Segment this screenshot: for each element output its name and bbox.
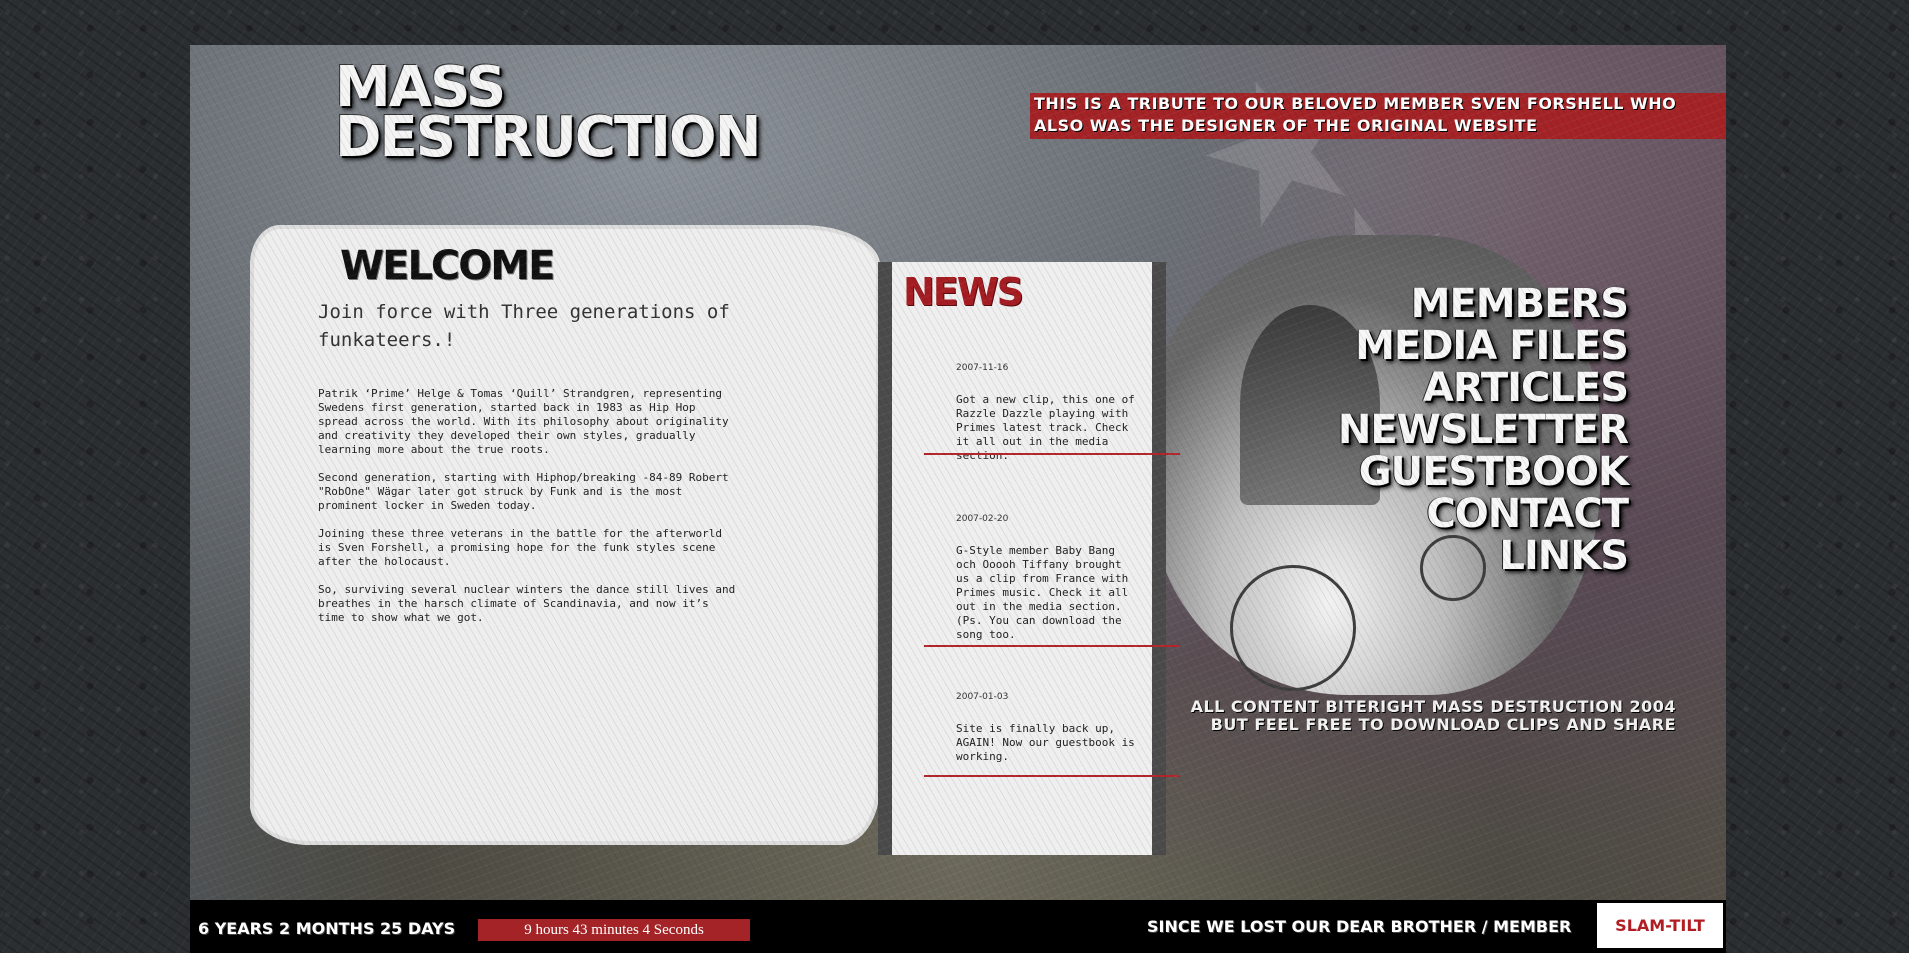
news-date: 2007-11-16 [956, 363, 1009, 373]
intro-paragraph: Joining these three veterans in the batt… [318, 527, 722, 568]
welcome-intro: Patrik ‘Prime’ Helge & Tomas ‘Quill’ Str… [318, 387, 738, 639]
news-divider [924, 453, 1180, 455]
news-divider [924, 645, 1180, 647]
intro-paragraph: Second generation, starting with Hiphop/… [318, 471, 729, 512]
nav-members[interactable]: MEMBERS [1338, 283, 1629, 325]
welcome-tagline: Join force with Three generations of fun… [318, 301, 730, 351]
tribute-banner: THIS IS A TRIBUTE TO OUR BELOVED MEMBER … [1030, 93, 1726, 139]
site-logo[interactable]: MASS DESTRUCTION [335, 60, 761, 166]
elapsed-time-counter: 9 hours 43 minutes 4 Seconds [478, 919, 750, 941]
nav-links[interactable]: LINKS [1338, 535, 1629, 577]
logo-line2: DESTRUCTION [335, 105, 761, 170]
main-nav: MEMBERS MEDIA FILES ARTICLES NEWSLETTER … [1338, 283, 1629, 577]
copyright-line2: BUT FEEL FREE TO DOWNLOAD CLIPS AND SHAR… [1210, 715, 1676, 734]
wheel-decoration [1230, 565, 1356, 691]
intro-paragraph: Patrik ‘Prime’ Helge & Tomas ‘Quill’ Str… [318, 387, 729, 456]
news-item: 2007-01-03 Site is finally back up, AGAI… [924, 692, 1180, 777]
news-item: 2007-02-20 G-Style member Baby Bang och … [924, 514, 1180, 647]
nav-contact[interactable]: CONTACT [1338, 493, 1629, 535]
member-name-badge[interactable]: SLAM-TILT [1597, 903, 1723, 948]
main-frame: ★★★ MASS DESTRUCTION THIS IS A TRIBUTE T… [190, 45, 1726, 900]
news-text: Site is finally back up, AGAIN! Now our … [956, 722, 1135, 763]
elapsed-days: 6 YEARS 2 MONTHS 25 DAYS [198, 919, 456, 938]
nav-articles[interactable]: ARTICLES [1338, 367, 1629, 409]
memorial-bar: 6 YEARS 2 MONTHS 25 DAYS 9 hours 43 minu… [190, 900, 1726, 953]
nav-media-files[interactable]: MEDIA FILES [1338, 325, 1629, 367]
news-item: 2007-11-16 Got a new clip, this one of R… [924, 363, 1180, 463]
intro-paragraph: So, surviving several nuclear winters th… [318, 583, 736, 624]
welcome-heading: WELCOME [340, 243, 555, 289]
memorial-text: SINCE WE LOST OUR DEAR BROTHER / MEMBER [1147, 917, 1572, 936]
copyright-line1: ALL CONTENT BITERIGHT MASS DESTRUCTION 2… [1190, 697, 1676, 716]
news-date: 2007-02-20 [956, 514, 1009, 524]
news-text: G-Style member Baby Bang och Ooooh Tiffa… [956, 544, 1129, 641]
nav-newsletter[interactable]: NEWSLETTER [1338, 409, 1629, 451]
news-heading: NEWS [903, 270, 1024, 314]
news-divider [924, 775, 1180, 777]
nav-guestbook[interactable]: GUESTBOOK [1338, 451, 1629, 493]
news-date: 2007-01-03 [956, 692, 1009, 702]
copyright-notice: ALL CONTENT BITERIGHT MASS DESTRUCTION 2… [1191, 698, 1676, 734]
